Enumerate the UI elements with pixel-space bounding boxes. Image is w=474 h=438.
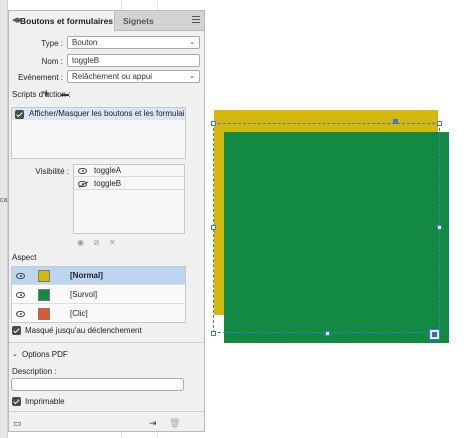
selection-frame[interactable] (213, 123, 440, 333)
app-window: ca ◀▶ Boutons et formulaires Signets Typ… (0, 0, 474, 438)
visibility-item-label: toggleB (94, 179, 122, 188)
eye-off-icon[interactable] (78, 181, 87, 187)
left-strip: ca (0, 0, 8, 438)
name-value: toggleB (72, 56, 100, 65)
divider (9, 411, 204, 412)
eye-icon[interactable] (16, 311, 25, 317)
tab-buttons-forms-label: Boutons et formulaires (20, 16, 114, 26)
aspect-state-row[interactable]: [Normal] (12, 267, 185, 285)
resize-handle[interactable] (437, 225, 442, 230)
aspect-list: [Normal] [Survol] [Clic] (11, 266, 186, 323)
chevron-down-icon: ⌄ (189, 73, 195, 80)
document-canvas[interactable] (205, 0, 474, 438)
printable[interactable]: Imprimable (12, 397, 132, 407)
chevron-down-icon: ⌄ (189, 39, 195, 46)
aspect-state-row[interactable]: [Clic] (12, 305, 185, 323)
aspect-label: Aspect (12, 253, 37, 262)
hide-icon[interactable]: ⊘ (93, 238, 100, 247)
trash-icon[interactable]: 🗑 (169, 418, 180, 429)
collapse-chevron-icon[interactable]: ◀▶ (12, 11, 23, 31)
hidden-until-triggered-label: Masqué jusqu'au déclenchement (25, 326, 142, 335)
state-swatch-click (38, 308, 50, 320)
chevron-down-icon[interactable]: ⌄ (12, 350, 18, 358)
action-item[interactable]: Afficher/Masquer les boutons et les form… (12, 108, 185, 120)
visibility-label: Visibilité : (35, 167, 69, 176)
printable-checkbox[interactable] (12, 397, 21, 406)
preview-icon[interactable]: ▭ (13, 418, 22, 429)
visibility-list: toggleA toggleB (73, 164, 185, 234)
resize-handle[interactable] (211, 225, 216, 230)
tab-buttons-forms[interactable]: ◀▶ Boutons et formulaires (9, 11, 115, 31)
type-value: Bouton (72, 38, 98, 47)
type-select[interactable]: Bouton ⌄ (67, 36, 200, 49)
action-checkbox[interactable] (15, 109, 24, 119)
action-list: Afficher/Masquer les boutons et les form… (11, 107, 186, 159)
eye-icon[interactable] (16, 292, 25, 298)
ignore-icon[interactable]: ✕ (109, 238, 116, 247)
description-input[interactable] (11, 378, 184, 391)
visibility-item[interactable]: toggleB (74, 178, 184, 190)
tab-bookmarks-label: Signets (123, 16, 154, 26)
action-item-label: Afficher/Masquer les boutons et les form… (29, 109, 185, 118)
resize-handle[interactable] (393, 119, 398, 124)
resize-handle[interactable] (325, 331, 330, 336)
state-swatch-normal (38, 270, 50, 282)
eye-icon[interactable] (78, 168, 87, 174)
visibility-item-label: toggleA (94, 166, 122, 175)
aspect-state-label: [Normal] (70, 271, 103, 280)
remove-action-icon[interactable] (61, 94, 69, 96)
event-label: Evénement : (18, 73, 63, 82)
visibility-item[interactable]: toggleA (74, 165, 184, 177)
panel-menu-icon[interactable] (192, 16, 200, 24)
add-action-icon[interactable]: + (43, 88, 49, 100)
aspect-state-row[interactable]: [Survol] (12, 286, 185, 304)
resize-handle[interactable] (211, 121, 216, 126)
visibility-tools: ◉ ⊘ ✕ (77, 238, 127, 248)
button-indicator-icon (429, 329, 440, 340)
event-value: Relâchement ou appui (72, 72, 153, 81)
left-strip-fragment: ca (0, 197, 8, 204)
divider (9, 342, 204, 343)
resize-handle[interactable] (211, 331, 216, 336)
hidden-until-triggered[interactable]: Masqué jusqu'au déclenchement (12, 326, 192, 336)
aspect-state-label: [Survol] (70, 290, 98, 299)
event-select[interactable]: Relâchement ou appui ⌄ (67, 70, 200, 83)
panel-tabbar: ◀▶ Boutons et formulaires Signets (9, 11, 204, 31)
description-label: Description : (12, 367, 57, 376)
name-label: Nom : (41, 57, 63, 66)
name-input[interactable]: toggleB (67, 54, 200, 67)
aspect-state-label: [Clic] (70, 309, 88, 318)
buttons-forms-panel: ◀▶ Boutons et formulaires Signets Type :… (8, 10, 205, 432)
show-icon[interactable]: ◉ (77, 238, 84, 247)
convert-button-icon[interactable]: ⇥ (149, 418, 157, 429)
state-swatch-rollover (38, 289, 50, 301)
tab-bookmarks[interactable]: Signets (117, 11, 177, 31)
printable-label: Imprimable (25, 397, 65, 406)
hidden-until-triggered-checkbox[interactable] (12, 326, 21, 335)
resize-handle[interactable] (437, 121, 442, 126)
eye-icon[interactable] (16, 273, 25, 279)
pdf-options-label[interactable]: Options PDF (22, 350, 68, 359)
type-label: Type : (41, 39, 63, 48)
